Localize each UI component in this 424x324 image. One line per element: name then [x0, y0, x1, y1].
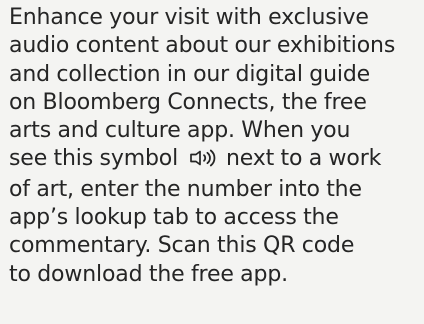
audio-guide-description: Enhance your visit with exclusive audio … [9, 4, 414, 289]
description-line: on Bloomberg Connects, the free [9, 89, 367, 115]
description-line: arts and culture app. When you [9, 118, 351, 144]
description-line-with-symbol: see this symbol next to a work [9, 145, 414, 175]
description-line: Enhance your visit with exclusive [9, 5, 369, 30]
description-line: app’s lookup tab to access the [9, 205, 339, 231]
description-line: and collection in our digital guide [9, 61, 371, 87]
speaker-sound-icon [189, 147, 217, 175]
page: Enhance your visit with exclusive audio … [0, 0, 424, 324]
description-line: to download the free app. [9, 261, 288, 287]
description-line-segment: next to a work [225, 146, 382, 172]
description-line: commentary. Scan this QR code [9, 233, 355, 259]
description-line: of art, enter the number into the [9, 176, 362, 202]
description-line-segment: see this symbol [9, 146, 179, 172]
description-line: audio content about our exhibitions [9, 33, 396, 59]
